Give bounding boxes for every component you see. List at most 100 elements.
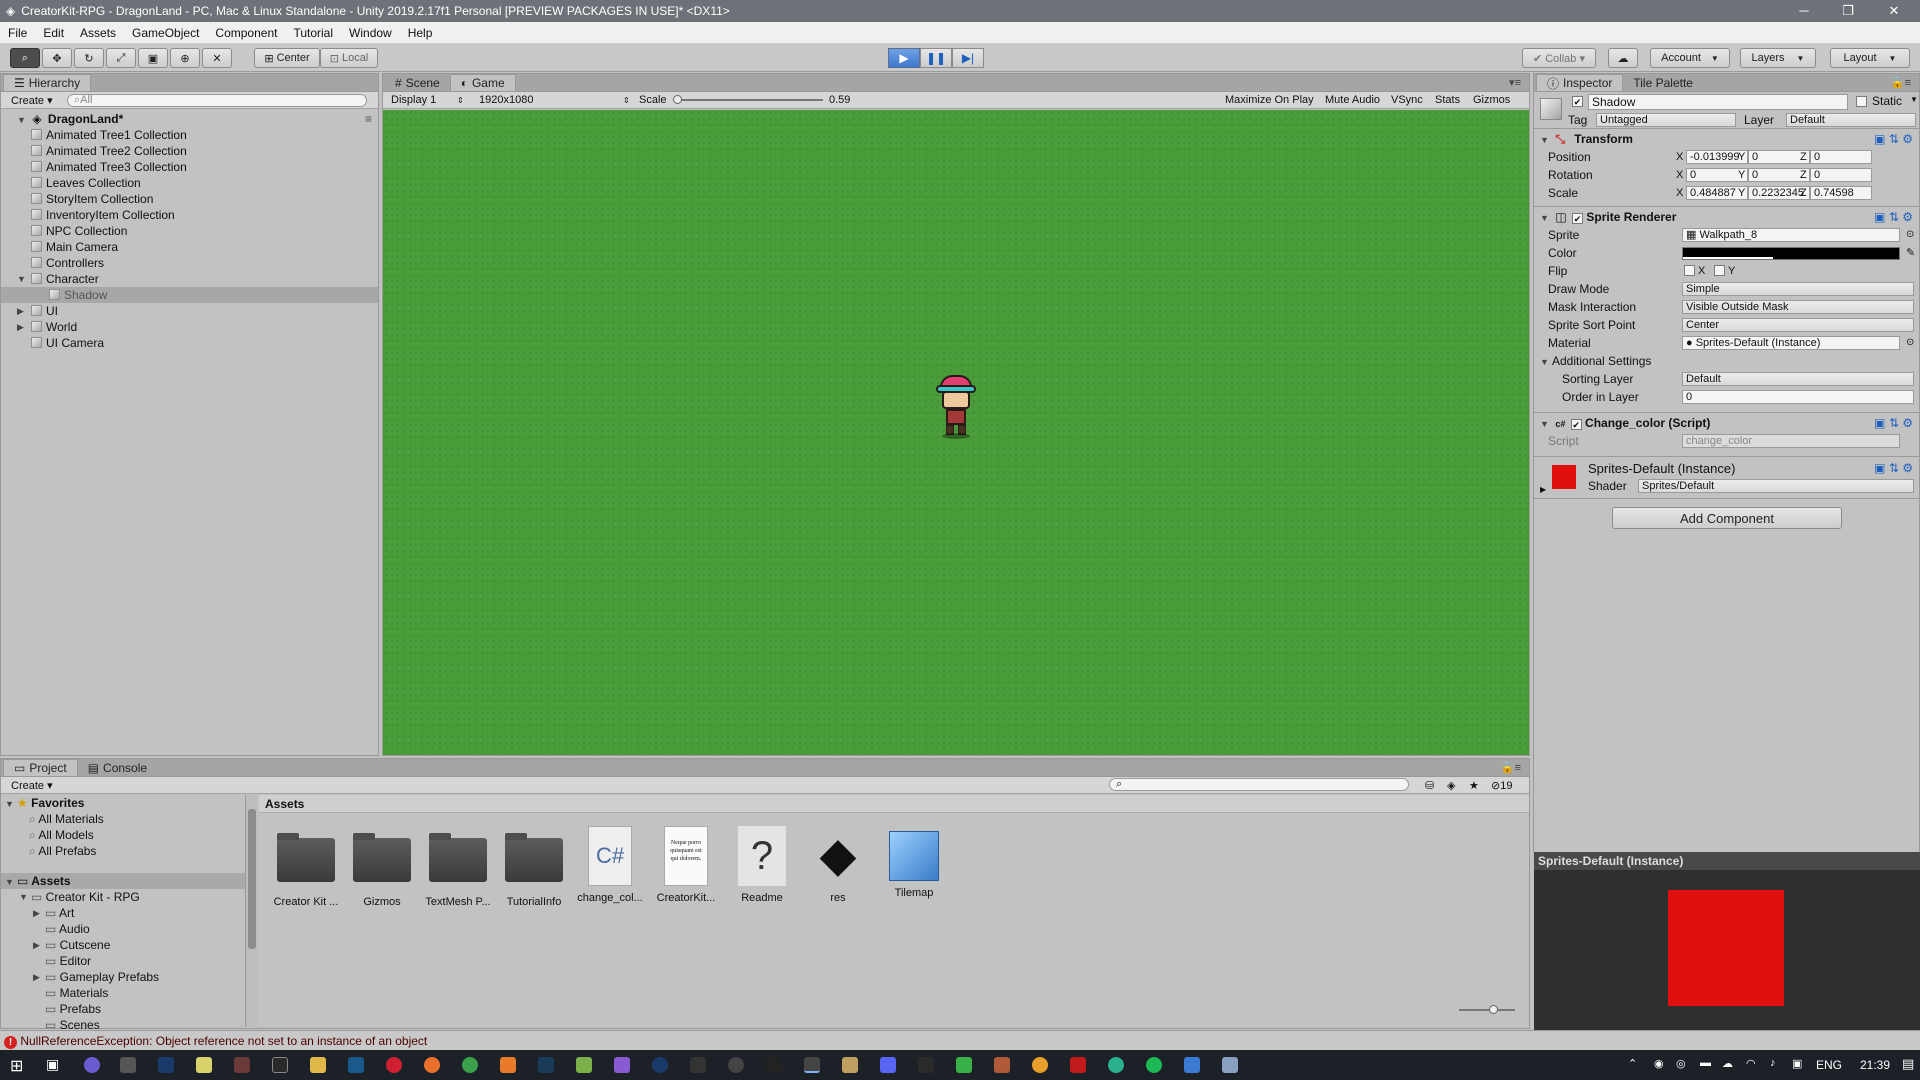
notifications-icon[interactable]: ▤ — [1902, 1056, 1914, 1072]
layer-dropdown[interactable]: Default — [1786, 113, 1916, 127]
language-indicator[interactable]: ENG — [1816, 1058, 1842, 1072]
tree-scrollbar-thumb[interactable] — [248, 809, 256, 949]
collab-button[interactable]: ✔ Collab ▾ — [1522, 48, 1596, 68]
draw-mode-dropdown[interactable]: Simple — [1682, 282, 1914, 296]
filter-label-icon[interactable]: ◈ — [1447, 779, 1455, 792]
hand-tool-icon[interactable]: ⌕ — [10, 48, 40, 68]
expand-arrow-icon[interactable]: ▶ — [33, 905, 40, 921]
asset-item[interactable]: TextMesh P... — [422, 826, 494, 908]
scale-tool-icon[interactable]: ⤢ — [106, 48, 136, 68]
expand-arrow-icon[interactable]: ▶ — [33, 937, 40, 953]
axis-x-label[interactable]: X — [1676, 148, 1683, 166]
transform-z-field[interactable]: 0 — [1810, 150, 1872, 164]
rotate-tool-icon[interactable]: ↻ — [74, 48, 104, 68]
hierarchy-search-input[interactable]: ⌕All — [67, 93, 367, 107]
asset-breadcrumb[interactable]: Assets — [259, 795, 1529, 813]
opera-icon[interactable] — [386, 1057, 402, 1073]
icon-size-slider-handle[interactable] — [1489, 1005, 1498, 1014]
axis-z-label[interactable]: Z — [1800, 184, 1807, 202]
asset-item[interactable]: TutorialInfo — [498, 826, 570, 908]
script-enabled-checkbox[interactable]: ✔ — [1570, 419, 1582, 430]
transform-header[interactable]: ▼ ⤡ Transform ▣ ⇅ ⚙ — [1534, 128, 1919, 148]
toggle-mute-audio[interactable]: Mute Audio — [1325, 94, 1380, 106]
axis-y-label[interactable]: Y — [1738, 184, 1745, 202]
object-picker-icon[interactable]: ⊙ — [1906, 334, 1914, 352]
component-settings-icon[interactable]: ▣ ⇅ ⚙ — [1874, 207, 1913, 227]
sorting-layer-dropdown[interactable]: Default — [1682, 372, 1914, 386]
tab-console[interactable]: ▤ Console — [78, 759, 157, 776]
project-create-button[interactable]: Create ▾ — [11, 779, 53, 792]
project-folder-item[interactable]: ▼ ▭ Creator Kit - RPG — [1, 889, 257, 905]
favorite-star-icon[interactable]: ★ — [1469, 779, 1479, 792]
expand-arrow-icon[interactable]: ▶ — [1540, 485, 1546, 494]
tray-app-icon[interactable]: ▣ — [1792, 1057, 1802, 1070]
expand-arrow-icon[interactable]: ▼ — [1540, 353, 1552, 371]
visual-studio-icon[interactable] — [614, 1057, 630, 1073]
app-icon[interactable] — [1222, 1057, 1238, 1073]
app-icon[interactable] — [158, 1057, 174, 1073]
app-icon[interactable] — [842, 1057, 858, 1073]
firefox-icon[interactable] — [424, 1057, 440, 1073]
component-settings-icon[interactable]: ▣ ⇅ ⚙ — [1874, 461, 1913, 475]
expand-arrow-icon[interactable]: ▼ — [17, 271, 26, 287]
expand-arrow-icon[interactable]: ▶ — [17, 303, 24, 319]
hierarchy-item[interactable]: Main Camera — [1, 239, 378, 255]
resolution-dropdown[interactable]: 1920x1080 — [479, 94, 533, 106]
hierarchy-item[interactable]: Leaves Collection — [1, 175, 378, 191]
expand-arrow-icon[interactable]: ▼ — [19, 889, 28, 905]
transform-z-field[interactable]: 0.74598 — [1810, 186, 1872, 200]
spotify-icon[interactable] — [1146, 1057, 1162, 1073]
notepad-icon[interactable] — [196, 1057, 212, 1073]
unity-editor-icon[interactable] — [804, 1057, 820, 1073]
asset-item[interactable]: C# change_col... — [574, 826, 646, 904]
file-explorer-icon[interactable] — [310, 1057, 326, 1073]
close-button[interactable]: ✕ — [1872, 0, 1916, 22]
tree-scrollbar[interactable] — [245, 795, 257, 1027]
minimize-button[interactable]: ─ — [1782, 0, 1826, 22]
blender-icon[interactable] — [1032, 1057, 1048, 1073]
axis-z-label[interactable]: Z — [1800, 166, 1807, 184]
clock[interactable]: 21:39 — [1860, 1058, 1890, 1072]
static-checkbox[interactable] — [1856, 96, 1867, 107]
display-dropdown[interactable]: Display 1 — [391, 94, 436, 106]
flip-y-checkbox[interactable] — [1714, 265, 1725, 276]
hidden-count[interactable]: ⊘19 — [1491, 779, 1512, 792]
step-button[interactable]: ▶| — [952, 48, 984, 68]
tray-app-icon[interactable]: ◎ — [1676, 1057, 1686, 1070]
tab-scene[interactable]: # Scene — [385, 74, 450, 91]
app-icon[interactable] — [272, 1057, 288, 1073]
app-icon[interactable] — [84, 1057, 100, 1073]
chrome-icon[interactable] — [462, 1057, 478, 1073]
object-picker-icon[interactable]: ⊙ — [1906, 226, 1914, 244]
menu-gameobject[interactable]: GameObject — [124, 26, 207, 40]
lock-icon[interactable]: 🔒≡ — [1891, 76, 1911, 89]
project-folder-item[interactable]: ▭ Editor — [1, 953, 257, 969]
toggle-gizmos[interactable]: Gizmos — [1473, 94, 1510, 106]
assets-root-row[interactable]: ▼ ▭ Assets — [1, 873, 257, 889]
hierarchy-item[interactable]: ▼ Character — [1, 271, 378, 287]
volume-icon[interactable]: ♪ — [1770, 1057, 1776, 1069]
hierarchy-item[interactable]: UI Camera — [1, 335, 378, 351]
object-name-field[interactable]: Shadow — [1588, 94, 1848, 110]
unreal-icon[interactable] — [728, 1057, 744, 1073]
project-folder-item[interactable]: ▶ ▭ Art — [1, 905, 257, 921]
favorites-row[interactable]: ▼ ★ Favorites — [1, 795, 257, 811]
tray-expand-icon[interactable]: ⌃ — [1628, 1057, 1637, 1070]
game-viewport[interactable] — [383, 110, 1529, 755]
hierarchy-item[interactable]: ▶ World — [1, 319, 378, 335]
hierarchy-item[interactable]: Controllers — [1, 255, 378, 271]
menu-component[interactable]: Component — [207, 26, 285, 40]
active-checkbox[interactable]: ✔ — [1572, 96, 1583, 107]
sprite-renderer-enabled-checkbox[interactable]: ✔ — [1572, 213, 1584, 224]
asset-item[interactable]: Neque porro quisquam est qui dolorem. Cre… — [650, 826, 722, 904]
network-icon[interactable]: ◠ — [1746, 1057, 1756, 1070]
rect-tool-icon[interactable]: ▣ — [138, 48, 168, 68]
cloud-button[interactable]: ☁ — [1608, 48, 1638, 68]
toggle-vsync[interactable]: VSync — [1391, 94, 1423, 106]
component-settings-icon[interactable]: ▣ ⇅ ⚙ — [1874, 413, 1913, 433]
app-icon[interactable] — [1070, 1057, 1086, 1073]
tray-app-icon[interactable]: ◉ — [1654, 1057, 1664, 1070]
lock-icon[interactable]: 🔒≡ — [1501, 761, 1521, 774]
axis-x-label[interactable]: X — [1676, 184, 1683, 202]
menu-file[interactable]: File — [0, 26, 35, 40]
